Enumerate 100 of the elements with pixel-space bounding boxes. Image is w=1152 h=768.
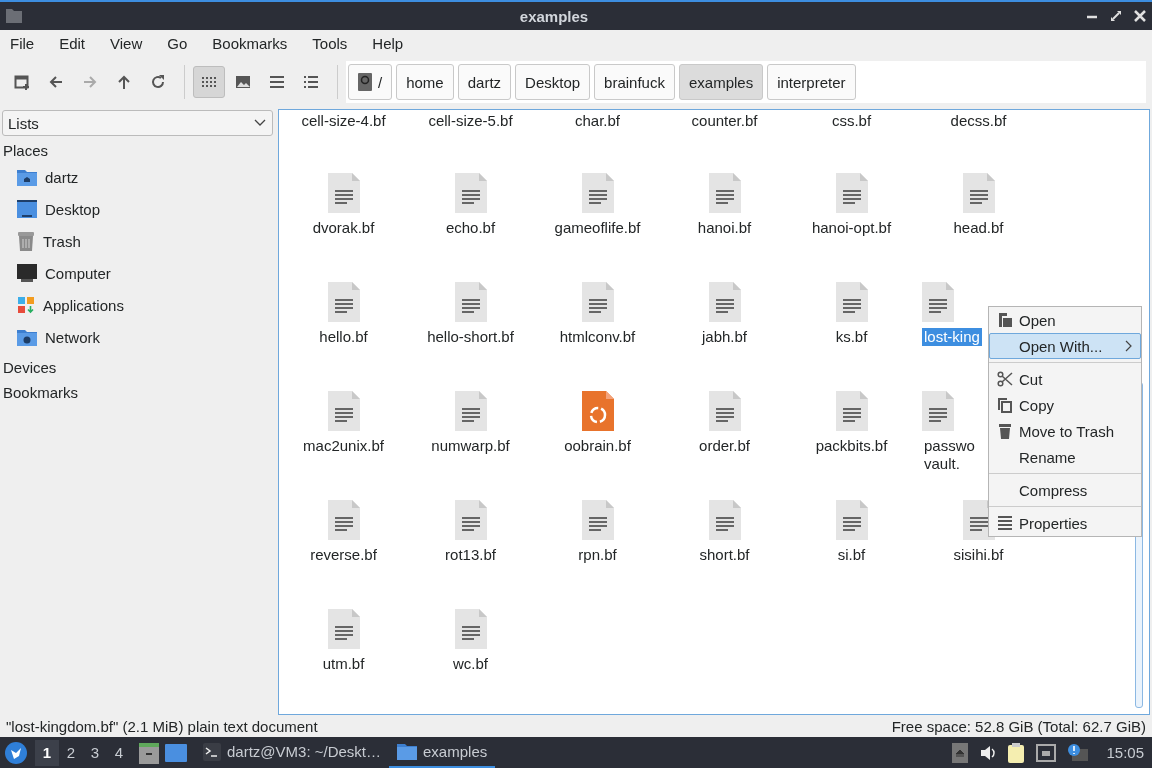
menu-item[interactable]: Help bbox=[364, 31, 412, 55]
file-name[interactable]: si.bf bbox=[835, 546, 868, 564]
menu-entry[interactable]: Properties bbox=[989, 510, 1141, 536]
menu-item[interactable]: Go bbox=[159, 31, 196, 55]
place-item[interactable]: Computer bbox=[0, 257, 276, 289]
file-name[interactable]: head.bf bbox=[951, 219, 1006, 237]
text-file-icon bbox=[708, 391, 741, 431]
file-name[interactable]: numwarp.bf bbox=[429, 437, 512, 455]
path-button[interactable]: / bbox=[348, 64, 393, 100]
file-name[interactable]: decss.bf bbox=[948, 112, 1009, 130]
path-button[interactable]: brainfuck bbox=[594, 64, 675, 100]
path-button[interactable]: dartz bbox=[457, 64, 512, 100]
menu-item[interactable]: Edit bbox=[51, 31, 94, 55]
file-name[interactable]: short.bf bbox=[697, 546, 752, 564]
file-name[interactable]: dvorak.bf bbox=[310, 219, 377, 237]
menu-item[interactable]: View bbox=[102, 31, 151, 55]
task-button[interactable]: dartz@VM3: ~/Deskt… bbox=[195, 737, 390, 768]
copy-icon bbox=[997, 397, 1013, 413]
file-name[interactable]: packbits.bf bbox=[813, 437, 890, 455]
path-button[interactable]: interpreter bbox=[767, 64, 856, 100]
menu-entry[interactable]: Rename bbox=[989, 444, 1141, 470]
path-button[interactable]: examples bbox=[678, 64, 764, 100]
text-file-icon bbox=[835, 500, 868, 540]
folder-icon bbox=[397, 743, 418, 760]
volume-icon[interactable] bbox=[980, 744, 997, 761]
menu-entry[interactable]: Open With... bbox=[989, 333, 1141, 359]
file-name[interactable]: cell-size-4.bf bbox=[299, 112, 388, 130]
notification-icon[interactable] bbox=[1068, 743, 1089, 762]
task-button[interactable]: examples bbox=[389, 737, 496, 768]
file-name[interactable]: ks.bf bbox=[833, 328, 870, 346]
file-name[interactable]: hanoi.bf bbox=[695, 219, 754, 237]
file-name[interactable]: hanoi-opt.bf bbox=[809, 219, 894, 237]
folder-icon bbox=[6, 9, 22, 23]
text-file-icon bbox=[327, 500, 360, 540]
text-file-icon bbox=[327, 282, 360, 322]
file-name[interactable]: hello-short.bf bbox=[425, 328, 516, 346]
text-file-icon bbox=[708, 282, 741, 322]
menu-entry[interactable]: Cut bbox=[989, 366, 1141, 392]
section-header[interactable]: Devices bbox=[3, 359, 57, 376]
menu-item[interactable]: Tools bbox=[304, 31, 356, 55]
file-name[interactable]: jabh.bf bbox=[699, 328, 749, 346]
file-name[interactable]: wc.bf bbox=[451, 655, 490, 673]
bulleted-list-icon bbox=[303, 75, 319, 89]
package-file-icon bbox=[581, 391, 614, 431]
text-file-icon bbox=[327, 391, 360, 431]
text-file-icon bbox=[454, 391, 487, 431]
desktop-icon[interactable] bbox=[165, 743, 187, 762]
file-name[interactable]: oobrain.bf bbox=[562, 437, 633, 455]
new-tab-icon bbox=[14, 74, 30, 90]
menu-entry[interactable]: Move to Trash bbox=[989, 418, 1141, 444]
workspace-button[interactable]: 2 bbox=[59, 739, 83, 766]
eject-icon[interactable] bbox=[952, 742, 969, 763]
place-item[interactable]: Network bbox=[0, 321, 276, 353]
file-name[interactable]: order.bf bbox=[697, 437, 752, 455]
place-item[interactable]: Applications bbox=[0, 289, 276, 321]
workspace-button[interactable]: 3 bbox=[83, 739, 107, 766]
trash-icon bbox=[17, 231, 35, 251]
file-name[interactable]: counter.bf bbox=[689, 112, 760, 130]
file-name[interactable]: mac2unix.bf bbox=[301, 437, 386, 455]
place-item[interactable]: dartz bbox=[0, 161, 276, 193]
file-name[interactable]: passwo vault. bbox=[922, 437, 977, 473]
path-button[interactable]: home bbox=[396, 64, 454, 100]
view-mode-button[interactable] bbox=[193, 66, 225, 98]
clipboard-icon[interactable] bbox=[1008, 742, 1025, 763]
network-icon[interactable] bbox=[1036, 743, 1057, 762]
file-name[interactable]: htmlconv.bf bbox=[557, 328, 638, 346]
side-pane-dropdown[interactable]: Lists bbox=[2, 110, 273, 136]
file-name[interactable]: utm.bf bbox=[320, 655, 367, 673]
scissors-icon bbox=[997, 371, 1013, 387]
menu-entry[interactable]: Open bbox=[989, 307, 1141, 333]
menu-entry[interactable]: Copy bbox=[989, 392, 1141, 418]
close-icon[interactable] bbox=[1134, 10, 1146, 22]
place-item[interactable]: Desktop bbox=[0, 193, 276, 225]
file-name[interactable]: echo.bf bbox=[443, 219, 498, 237]
path-button[interactable]: Desktop bbox=[515, 64, 591, 100]
menu-entry[interactable]: Compress bbox=[989, 477, 1141, 503]
monitor-icon bbox=[17, 264, 37, 282]
file-name[interactable]: css.bf bbox=[829, 112, 874, 130]
section-header[interactable]: Bookmarks bbox=[3, 384, 79, 401]
menu-item[interactable]: Bookmarks bbox=[204, 31, 296, 55]
chevron-down-icon bbox=[254, 119, 266, 127]
file-name[interactable]: char.bf bbox=[573, 112, 622, 130]
file-name[interactable]: gameoflife.bf bbox=[552, 219, 643, 237]
text-file-icon bbox=[454, 609, 487, 649]
file-name[interactable]: cell-size-5.bf bbox=[426, 112, 515, 130]
workspace-button[interactable]: 1 bbox=[35, 739, 59, 766]
workspace-button[interactable]: 4 bbox=[107, 739, 131, 766]
app-menu-icon[interactable] bbox=[5, 741, 27, 764]
file-name[interactable]: rot13.bf bbox=[443, 546, 498, 564]
file-cabinet-icon[interactable] bbox=[139, 741, 159, 764]
place-item[interactable]: Trash bbox=[0, 225, 276, 257]
file-name[interactable]: sisihi.bf bbox=[951, 546, 1006, 564]
menu-item[interactable]: File bbox=[2, 31, 43, 55]
file-name[interactable]: hello.bf bbox=[317, 328, 370, 346]
list-lines-icon bbox=[269, 75, 285, 89]
back-arrow-icon bbox=[48, 74, 64, 90]
file-name[interactable]: reverse.bf bbox=[308, 546, 379, 564]
maximize-icon[interactable] bbox=[1110, 10, 1122, 22]
section-header[interactable]: Places bbox=[3, 142, 49, 159]
file-name[interactable]: rpn.bf bbox=[576, 546, 619, 564]
